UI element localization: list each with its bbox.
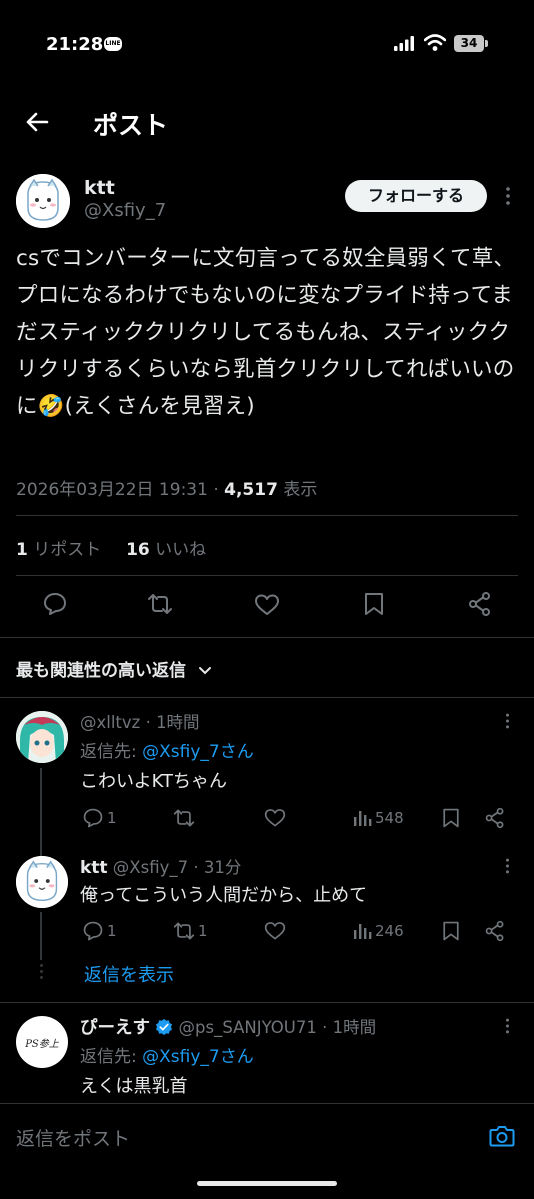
- home-indicator[interactable]: [197, 1181, 337, 1186]
- bookmark-icon[interactable]: [440, 807, 462, 829]
- reply-header: ktt @Xsfiy_7 · 31分: [80, 854, 241, 878]
- reply-to-prefix: 返信先:: [80, 1047, 143, 1067]
- battery-tip: [485, 40, 488, 47]
- reply-time: · 1時間: [316, 1018, 377, 1037]
- follow-button[interactable]: フォローする: [345, 180, 487, 212]
- reply-avatar[interactable]: [16, 711, 68, 763]
- reply-icon[interactable]: [42, 591, 68, 617]
- reply-text: こわいよKTちゃん: [80, 771, 228, 792]
- bookmark-icon[interactable]: [440, 920, 462, 942]
- signal-icon: [394, 36, 414, 51]
- thread-line: [40, 768, 42, 863]
- post-author-avatar[interactable]: [16, 174, 70, 228]
- share-icon[interactable]: [484, 807, 506, 829]
- like-icon[interactable]: [264, 920, 286, 942]
- post-timestamp[interactable]: 2026年03月22日 19:31 ·: [16, 480, 224, 500]
- share-icon[interactable]: [467, 591, 493, 617]
- chiikawa-avatar-image: [16, 174, 70, 228]
- repost-icon[interactable]: [173, 920, 195, 942]
- reply-avatar[interactable]: [16, 856, 68, 908]
- status-time: 21:28: [46, 34, 104, 55]
- divider: [0, 697, 534, 698]
- post-views-label: 表示: [277, 480, 318, 500]
- more-options-icon[interactable]: [505, 1017, 510, 1035]
- reply-avatar[interactable]: PS参上: [16, 1016, 68, 1068]
- reply-text: えくは黒乳首: [80, 1076, 188, 1097]
- repost-label: リポスト: [27, 540, 102, 560]
- bookmark-icon[interactable]: [361, 591, 387, 617]
- more-options-icon[interactable]: [505, 857, 510, 875]
- reply-count: 1: [107, 922, 117, 940]
- post-display-name[interactable]: ktt: [84, 177, 115, 199]
- page-title: ポスト: [93, 111, 169, 140]
- reply-handle[interactable]: @Xsfiy_7: [108, 858, 188, 877]
- reply-icon[interactable]: [82, 807, 104, 829]
- repost-icon[interactable]: [173, 807, 195, 829]
- repost-count: 1: [16, 540, 28, 560]
- repost-icon[interactable]: [147, 591, 173, 617]
- views-count: 246: [375, 922, 404, 940]
- reply-to-prefix: 返信先:: [80, 742, 143, 762]
- verified-badge-icon[interactable]: [155, 1018, 173, 1036]
- reply-to-user-link[interactable]: @Xsfiy_7さん: [142, 1047, 254, 1067]
- post-text: csでコンバーターに文句言ってる奴全員弱くて草、プロになるわけでもないのに変なプ…: [16, 246, 516, 419]
- repost-count: 1: [198, 922, 208, 940]
- engagement-stats: 1 リポスト 16 いいね: [16, 535, 206, 560]
- thread-dots: [40, 964, 43, 980]
- like-icon[interactable]: [254, 592, 280, 618]
- ps-avatar-text: PS参上: [25, 1038, 59, 1050]
- reply-input[interactable]: 返信をポスト: [16, 1124, 130, 1151]
- reply-header: @xlltvz · 1時間: [80, 709, 200, 733]
- battery-icon: 34: [454, 35, 484, 52]
- reply-count: 1: [107, 809, 117, 827]
- show-replies-link[interactable]: 返信を表示: [84, 961, 174, 987]
- reply-sort-label: 最も関連性の高い返信: [16, 661, 186, 681]
- reply-icon[interactable]: [82, 920, 104, 942]
- repost-stat[interactable]: 1 リポスト: [16, 540, 101, 560]
- post-handle[interactable]: @Xsfiy_7: [84, 200, 166, 221]
- reply-handle[interactable]: @ps_SANJYOU71: [179, 1018, 317, 1037]
- miku-avatar-image: [16, 711, 68, 763]
- reply-header: ぴーえす @ps_SANJYOU71 · 1時間: [80, 1014, 376, 1039]
- status-bar: 21:28 LINE 34: [0, 0, 534, 90]
- views-icon[interactable]: [351, 807, 373, 829]
- reply-time: · 31分: [188, 858, 242, 877]
- like-label: いいね: [149, 540, 207, 560]
- like-icon[interactable]: [264, 807, 286, 829]
- chiikawa-avatar-image: [16, 856, 68, 908]
- like-stat[interactable]: 16 いいね: [126, 540, 206, 560]
- post-meta: 2026年03月22日 19:31 · 4,517 表示: [16, 475, 317, 500]
- chevron-down-icon: [198, 667, 211, 675]
- post-views-count: 4,517: [224, 480, 278, 500]
- views-count: 548: [375, 809, 404, 827]
- line-notification-icon: LINE: [104, 37, 122, 51]
- reply-time: · 1時間: [140, 713, 200, 732]
- reply-handle[interactable]: @xlltvz: [80, 713, 140, 732]
- divider: [0, 637, 534, 638]
- reply-to-line: 返信先: @Xsfiy_7さん: [80, 1042, 254, 1067]
- more-options-icon[interactable]: [505, 186, 511, 206]
- reply-sort-dropdown[interactable]: 最も関連性の高い返信: [16, 656, 212, 681]
- back-arrow-icon[interactable]: [24, 109, 50, 135]
- wifi-icon: [424, 34, 446, 51]
- share-icon[interactable]: [484, 920, 506, 942]
- reply-to-user-link[interactable]: @Xsfiy_7さん: [142, 742, 254, 762]
- thread-line: [40, 912, 42, 960]
- views-icon[interactable]: [351, 920, 373, 942]
- like-count: 16: [126, 540, 150, 560]
- reply-compose-bar: 返信をポスト: [0, 1103, 534, 1170]
- divider: [16, 575, 518, 576]
- camera-icon[interactable]: [489, 1124, 515, 1148]
- divider: [16, 515, 518, 516]
- reply-to-line: 返信先: @Xsfiy_7さん: [80, 737, 254, 762]
- more-options-icon[interactable]: [505, 712, 510, 730]
- reply-display-name[interactable]: ktt: [80, 858, 108, 878]
- divider: [0, 1002, 534, 1003]
- reply-text: 俺ってこういう人間だから、止めて: [80, 885, 368, 906]
- reply-display-name[interactable]: ぴーえす: [80, 1018, 150, 1038]
